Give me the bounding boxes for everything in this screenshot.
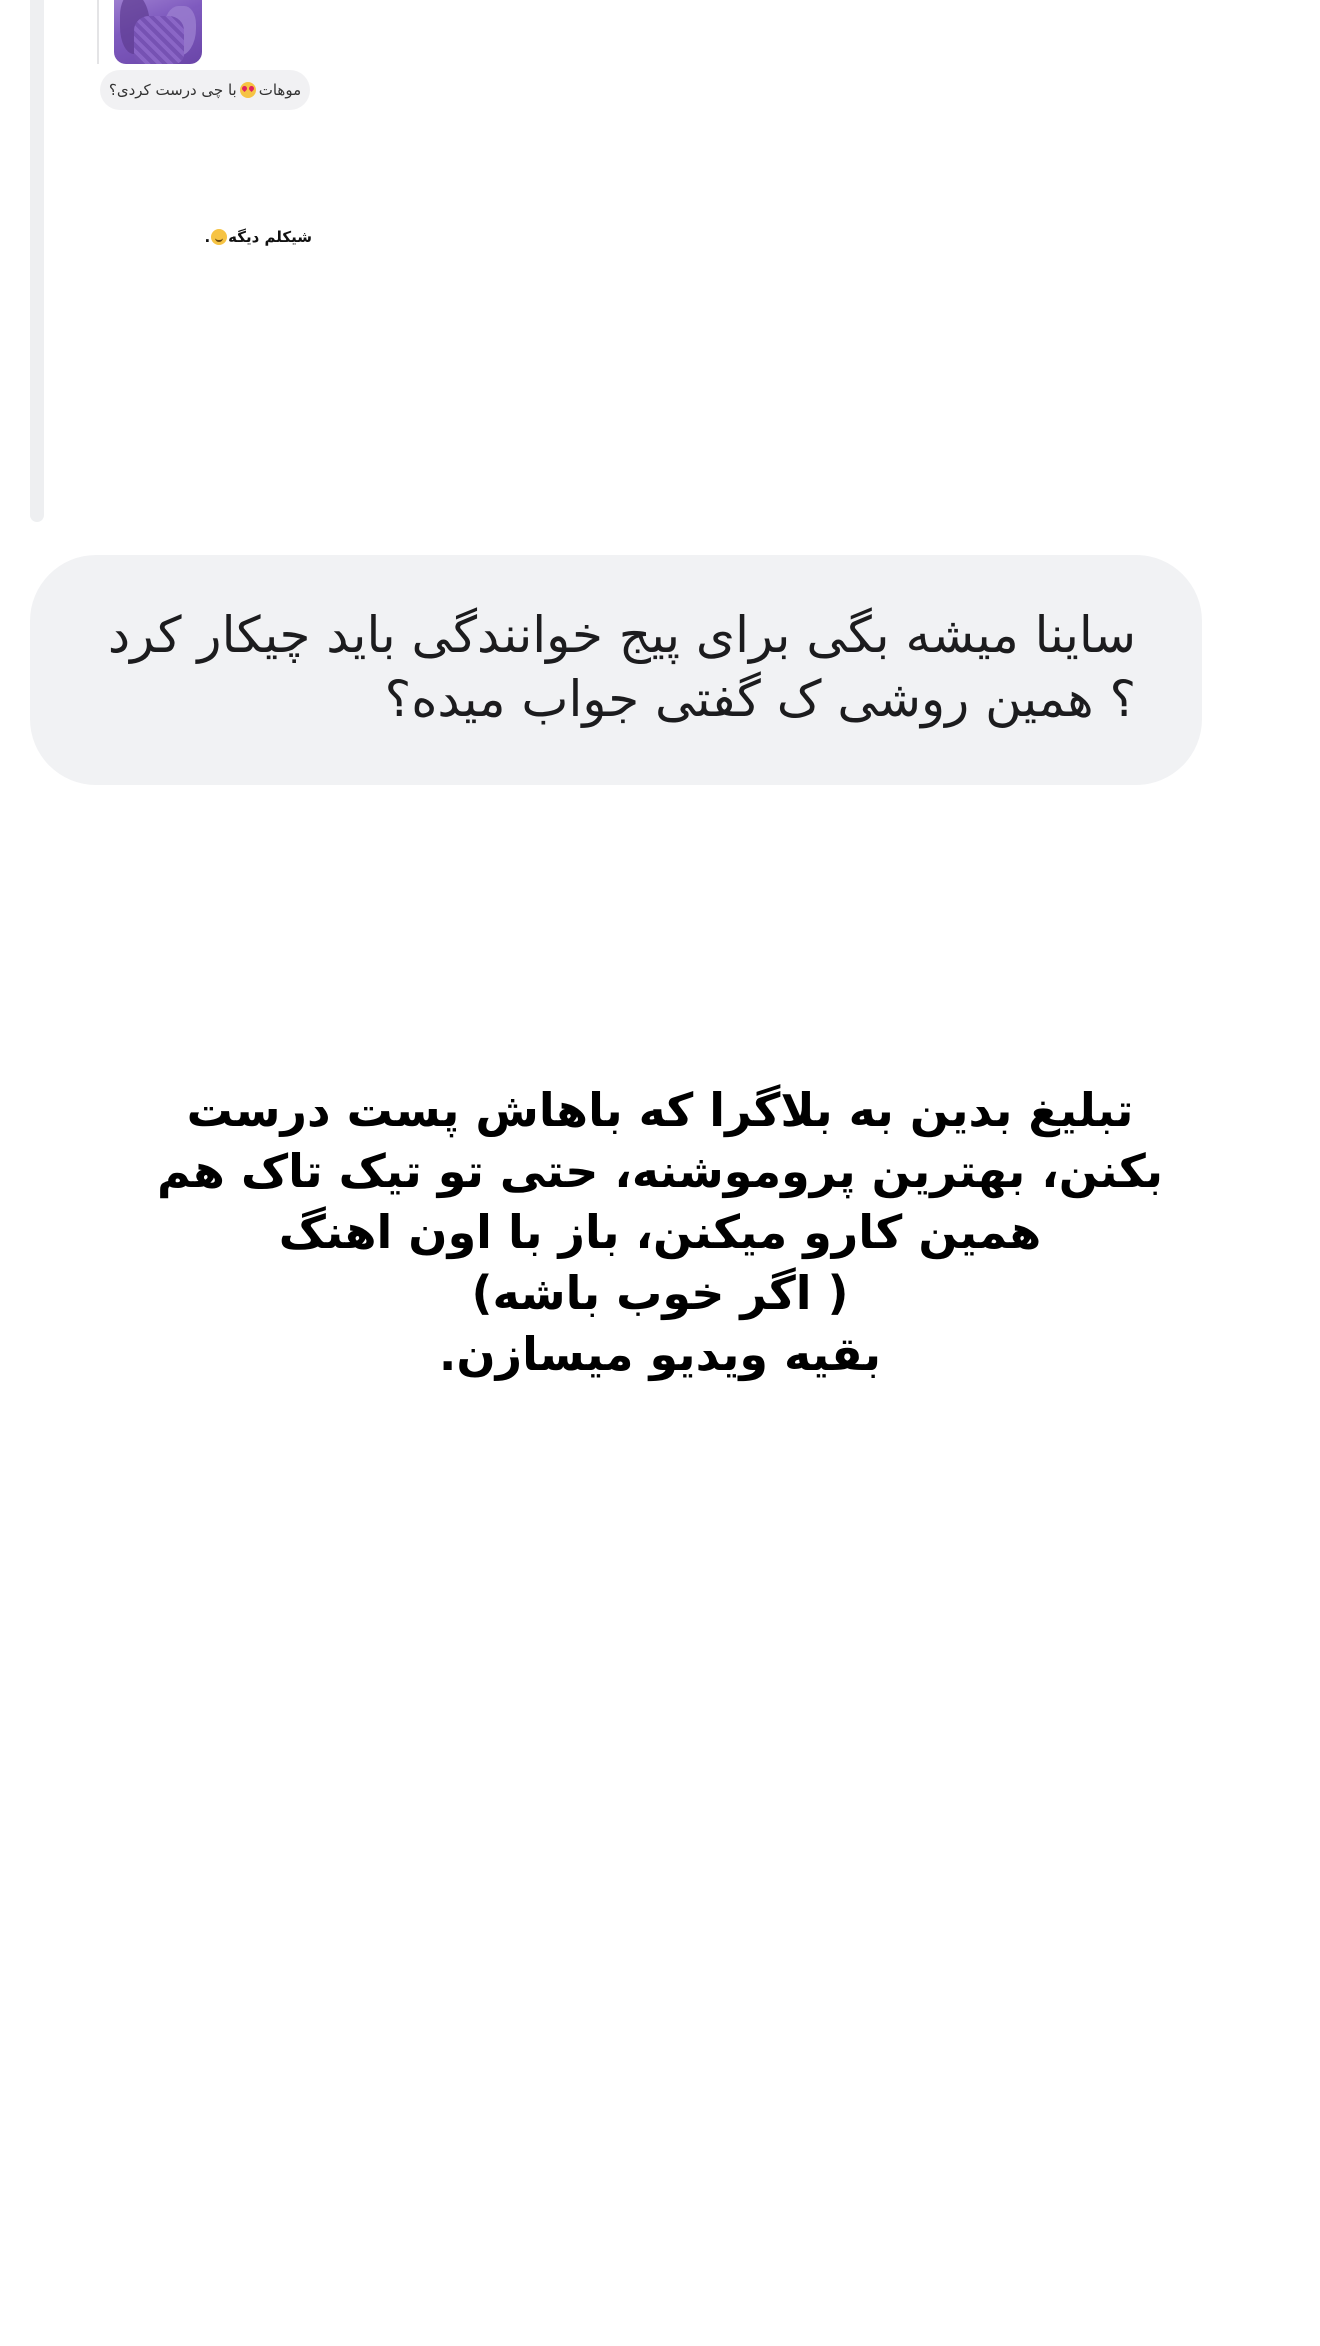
incoming-message-bubble[interactable]: ساینا میشه بگی برای پیج خوانندگی باید چی… (30, 555, 1202, 785)
chat-screen: موهات با چی درست کردی؟ شیکلم دیگه . ساین… (0, 0, 1320, 2346)
smile-emoji-icon (211, 229, 228, 245)
reply-thread-line (30, 0, 44, 522)
story-sticker-suffix: . (204, 228, 211, 246)
quoted-reply-pill[interactable]: موهات با چی درست کردی؟ (100, 70, 310, 110)
story-sticker-label: شیکلم دیگه (228, 228, 312, 246)
heart-eyes-emoji-icon (239, 82, 256, 98)
thumbnail-shape (134, 16, 184, 64)
quoted-reply-text-end: با چی درست کردی؟ (108, 81, 237, 99)
message-text: ساینا میشه بگی برای پیج خوانندگی باید چی… (107, 606, 1136, 728)
story-sticker-text: شیکلم دیگه . (200, 222, 312, 252)
quote-divider (97, 0, 99, 64)
story-thumbnail[interactable] (114, 0, 202, 64)
story-caption-text: تبلیغ بدین به بلاگرا که باهاش پست درست ب… (156, 1083, 1163, 1381)
quoted-reply-text-start: موهات (258, 81, 302, 99)
